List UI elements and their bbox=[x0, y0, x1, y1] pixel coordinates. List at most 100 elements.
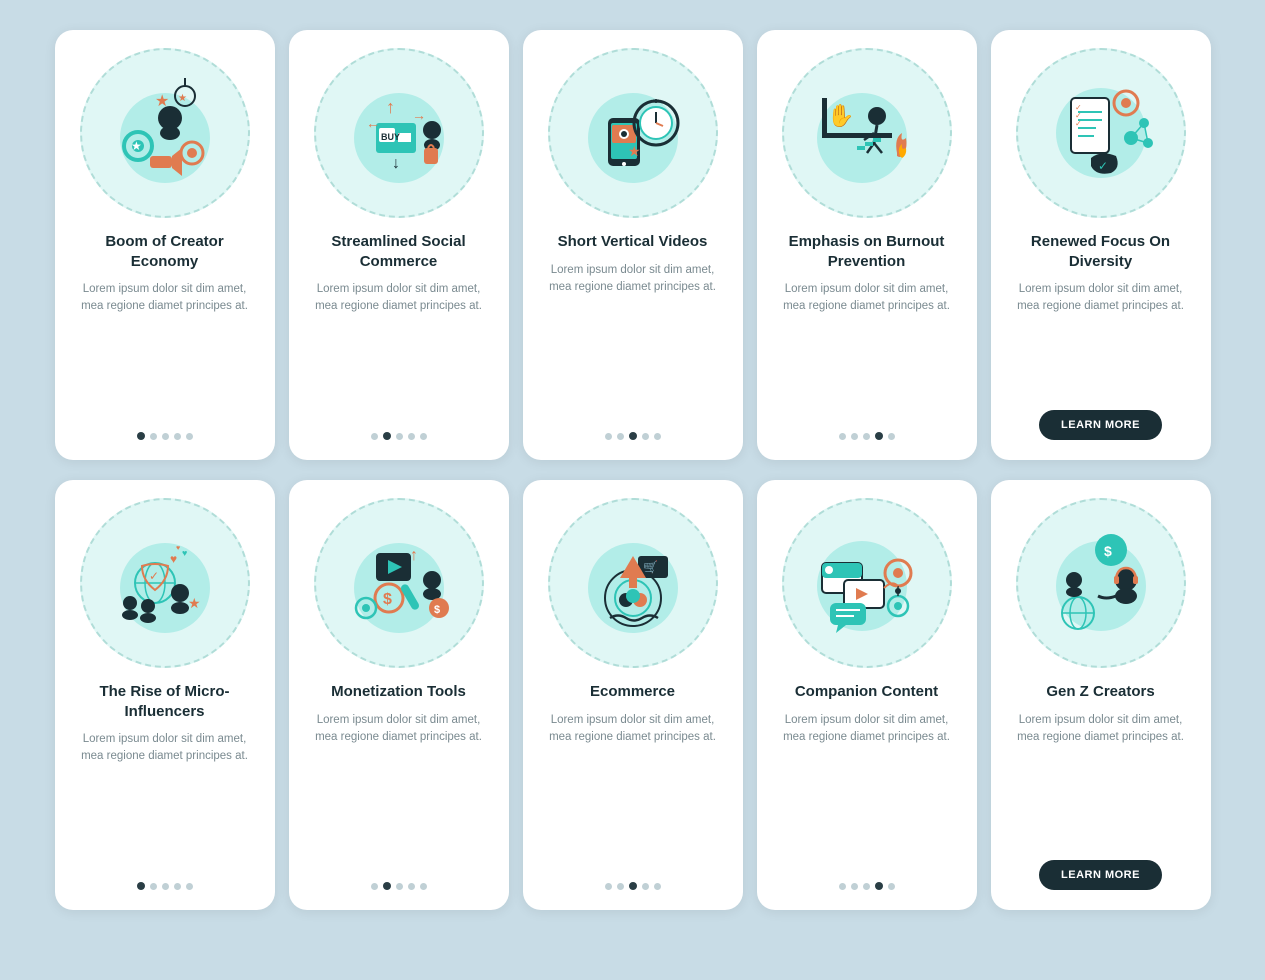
card-title-ecommerce: Ecommerce bbox=[590, 682, 675, 702]
icon-area-short-videos: ★ bbox=[548, 48, 718, 218]
dot[interactable] bbox=[150, 883, 157, 890]
dot[interactable] bbox=[863, 883, 870, 890]
icon-area-companion bbox=[782, 498, 952, 668]
card-dots-burnout bbox=[839, 432, 895, 440]
svg-text:♥: ♥ bbox=[176, 545, 180, 552]
svg-text:✓: ✓ bbox=[1075, 119, 1082, 128]
card-genz: $ Gen Z Creators Lorem ipsum dolor s bbox=[991, 480, 1211, 910]
svg-text:$: $ bbox=[1104, 543, 1112, 559]
dot[interactable] bbox=[888, 883, 895, 890]
dot[interactable] bbox=[137, 882, 145, 890]
icon-area-ecommerce: 🛒 bbox=[548, 498, 718, 668]
card-title-social-commerce: Streamlined Social Commerce bbox=[307, 232, 491, 271]
dot[interactable] bbox=[408, 433, 415, 440]
card-dots-ecommerce bbox=[605, 882, 661, 890]
card-dots-short-videos bbox=[605, 432, 661, 440]
dot[interactable] bbox=[174, 883, 181, 890]
dot[interactable] bbox=[851, 883, 858, 890]
dot[interactable] bbox=[629, 432, 637, 440]
dot[interactable] bbox=[863, 433, 870, 440]
dot[interactable] bbox=[888, 433, 895, 440]
dot[interactable] bbox=[137, 432, 145, 440]
dot[interactable] bbox=[420, 433, 427, 440]
card-text-short-videos: Lorem ipsum dolor sit dim amet, mea regi… bbox=[541, 262, 725, 419]
svg-text:✓: ✓ bbox=[149, 569, 159, 583]
svg-text:↑: ↑ bbox=[386, 97, 395, 117]
learn-more-button-genz[interactable]: LEARN MORE bbox=[1039, 860, 1162, 890]
card-companion: Companion Content Lorem ipsum dolor sit … bbox=[757, 480, 977, 910]
learn-more-button-diversity[interactable]: LEARN MORE bbox=[1039, 410, 1162, 440]
card-title-short-videos: Short Vertical Videos bbox=[558, 232, 708, 252]
dot[interactable] bbox=[396, 433, 403, 440]
card-dots-creator bbox=[137, 432, 193, 440]
card-text-creator: Lorem ipsum dolor sit dim amet, mea regi… bbox=[73, 281, 257, 418]
dot[interactable] bbox=[186, 433, 193, 440]
dot[interactable] bbox=[383, 432, 391, 440]
card-burnout: ✋ Emphasis on Burnout Prevention Lorem i… bbox=[757, 30, 977, 460]
card-dots-micro bbox=[137, 882, 193, 890]
dot[interactable] bbox=[371, 433, 378, 440]
dot[interactable] bbox=[875, 882, 883, 890]
dot[interactable] bbox=[174, 433, 181, 440]
dot[interactable] bbox=[150, 433, 157, 440]
dot[interactable] bbox=[654, 883, 661, 890]
dot[interactable] bbox=[371, 883, 378, 890]
bottom-row: ✓ ♥ ♥ ♥ ★ The Rise of Micro-Influencers … bbox=[20, 480, 1245, 910]
dot[interactable] bbox=[654, 433, 661, 440]
card-dots-companion bbox=[839, 882, 895, 890]
card-short-videos: ★ Short Vertical Videos Lorem ipsum dolo… bbox=[523, 30, 743, 460]
icon-area-genz: $ bbox=[1016, 498, 1186, 668]
svg-text:★: ★ bbox=[155, 93, 169, 110]
card-title-creator: Boom of Creator Economy bbox=[73, 232, 257, 271]
dot[interactable] bbox=[839, 433, 846, 440]
card-social-commerce: BUY ↑ ← → ↓ Streamlined Social Commerce … bbox=[289, 30, 509, 460]
micro-icon: ✓ ♥ ♥ ♥ ★ bbox=[100, 518, 230, 648]
dot[interactable] bbox=[617, 433, 624, 440]
dot[interactable] bbox=[875, 432, 883, 440]
burnout-icon: ✋ bbox=[802, 68, 932, 198]
dot[interactable] bbox=[396, 883, 403, 890]
dot[interactable] bbox=[420, 883, 427, 890]
dot[interactable] bbox=[642, 433, 649, 440]
dot[interactable] bbox=[851, 433, 858, 440]
svg-text:★: ★ bbox=[188, 595, 201, 611]
card-title-diversity: Renewed Focus On Diversity bbox=[1009, 232, 1193, 271]
svg-text:BUY: BUY bbox=[381, 132, 400, 142]
dot[interactable] bbox=[642, 883, 649, 890]
card-text-ecommerce: Lorem ipsum dolor sit dim amet, mea regi… bbox=[541, 712, 725, 869]
card-title-genz: Gen Z Creators bbox=[1046, 682, 1154, 702]
social-commerce-icon: BUY ↑ ← → ↓ bbox=[334, 68, 464, 198]
monetization-icon: ↑ $ $ bbox=[334, 518, 464, 648]
card-title-micro: The Rise of Micro-Influencers bbox=[73, 682, 257, 721]
card-diversity: ✓ ✓ ✓ ✓ Renewed Focus On Diversity Lorem… bbox=[991, 30, 1211, 460]
svg-text:↓: ↓ bbox=[392, 155, 400, 172]
companion-icon bbox=[802, 518, 932, 648]
dot[interactable] bbox=[186, 883, 193, 890]
card-monetization: ↑ $ $ Monetization Tools Lorem ipsum dol… bbox=[289, 480, 509, 910]
dot[interactable] bbox=[617, 883, 624, 890]
svg-text:$: $ bbox=[434, 604, 440, 616]
svg-text:$: $ bbox=[383, 591, 392, 608]
dot[interactable] bbox=[162, 433, 169, 440]
card-dots-social-commerce bbox=[371, 432, 427, 440]
dot[interactable] bbox=[605, 883, 612, 890]
card-ecommerce: 🛒 Ecommerce Lorem ipsum dolor sit dim am… bbox=[523, 480, 743, 910]
dot[interactable] bbox=[839, 883, 846, 890]
icon-area-creator: ★ ★ ★ bbox=[80, 48, 250, 218]
dot[interactable] bbox=[605, 433, 612, 440]
dot[interactable] bbox=[408, 883, 415, 890]
svg-text:★: ★ bbox=[628, 143, 641, 159]
card-title-companion: Companion Content bbox=[795, 682, 938, 702]
card-creator-economy: ★ ★ ★ Boom of Creator Economy Lorem ipsu… bbox=[55, 30, 275, 460]
card-text-genz: Lorem ipsum dolor sit dim amet, mea regi… bbox=[1009, 712, 1193, 847]
diversity-icon: ✓ ✓ ✓ ✓ bbox=[1036, 68, 1166, 198]
dot[interactable] bbox=[162, 883, 169, 890]
card-text-monetization: Lorem ipsum dolor sit dim amet, mea regi… bbox=[307, 712, 491, 869]
card-text-diversity: Lorem ipsum dolor sit dim amet, mea regi… bbox=[1009, 281, 1193, 396]
icon-area-diversity: ✓ ✓ ✓ ✓ bbox=[1016, 48, 1186, 218]
dot[interactable] bbox=[629, 882, 637, 890]
creator-icon: ★ ★ ★ bbox=[100, 68, 230, 198]
dot[interactable] bbox=[383, 882, 391, 890]
card-title-burnout: Emphasis on Burnout Prevention bbox=[775, 232, 959, 271]
svg-text:★: ★ bbox=[178, 93, 187, 104]
